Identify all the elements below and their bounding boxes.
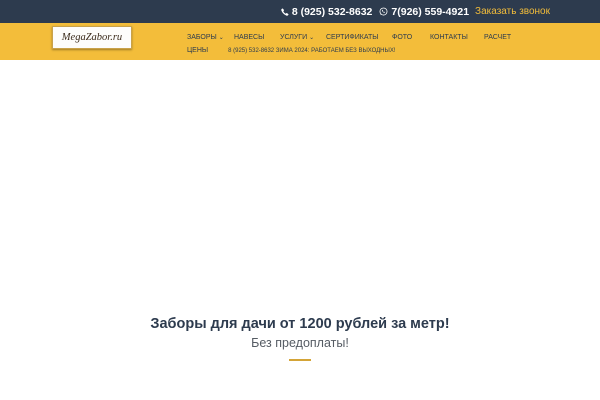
phone-number-2: 7(926) 559-4921	[391, 5, 470, 18]
nav-item-ceny[interactable]: ЦЕНЫ	[187, 47, 208, 54]
nav-item-label: НАВЕСЫ	[234, 34, 265, 41]
phone-number-1: 8 (925) 532-8632	[291, 5, 373, 18]
whatsapp-icon	[379, 7, 388, 16]
phone-icon	[281, 7, 289, 16]
main-nav: ЗАБОРЫ ⌄ НАВЕСЫ УСЛУГИ ⌄ СЕРТИФИКАТЫ ФОТ…	[187, 34, 511, 41]
nav-item-label: УСЛУГИ	[280, 34, 308, 41]
chevron-down-icon: ⌄	[309, 35, 315, 41]
nav-item-label: ЗАБОРЫ	[187, 34, 217, 41]
secondary-nav: ЦЕНЫ 8 (925) 532-8632 ЗИМА 2024: РАБОТАЕ…	[187, 47, 396, 54]
nav-item-raschet[interactable]: РАСЧЕТ	[484, 34, 511, 41]
nav-item-zabory[interactable]: ЗАБОРЫ ⌄	[187, 34, 234, 41]
nav-item-foto[interactable]: ФОТО	[392, 34, 430, 41]
nav-item-kontakty[interactable]: КОНТАКТЫ	[430, 34, 484, 41]
hero-divider	[289, 359, 311, 361]
nav-item-sertifikaty[interactable]: СЕРТИФИКАТЫ	[326, 34, 392, 41]
site-logo[interactable]: MegaZabor.ru	[52, 26, 132, 49]
nav-item-uslugi[interactable]: УСЛУГИ ⌄	[280, 34, 326, 41]
navigation-band: MegaZabor.ru ЗАБОРЫ ⌄ НАВЕСЫ УСЛУГИ ⌄ СЕ…	[0, 23, 600, 60]
callback-link[interactable]: Заказать звонок	[475, 6, 550, 17]
logo-text: MegaZabor.ru	[61, 32, 123, 43]
nav-item-label: ФОТО	[392, 34, 413, 41]
hero-subtitle: Без предоплаты!	[251, 336, 349, 350]
hero-title: Заборы для дачи от 1200 рублей за метр!	[150, 316, 450, 332]
top-bar: 8 (925) 532-8632 7(926) 559-4921 Заказат…	[0, 0, 600, 23]
nav-item-label: СЕРТИФИКАТЫ	[326, 34, 379, 41]
phone-link-1[interactable]: 8 (925) 532-8632	[281, 5, 373, 18]
phone-link-2[interactable]: 7(926) 559-4921	[379, 6, 469, 18]
nav-item-label: КОНТАКТЫ	[430, 34, 468, 41]
chevron-down-icon: ⌄	[218, 35, 224, 41]
nav-item-label: РАСЧЕТ	[484, 34, 512, 41]
promo-text: 8 (925) 532-8632 ЗИМА 2024: РАБОТАЕМ БЕЗ…	[228, 47, 396, 54]
nav-item-label: ЦЕНЫ	[187, 47, 209, 54]
nav-item-navesy[interactable]: НАВЕСЫ	[234, 34, 280, 41]
